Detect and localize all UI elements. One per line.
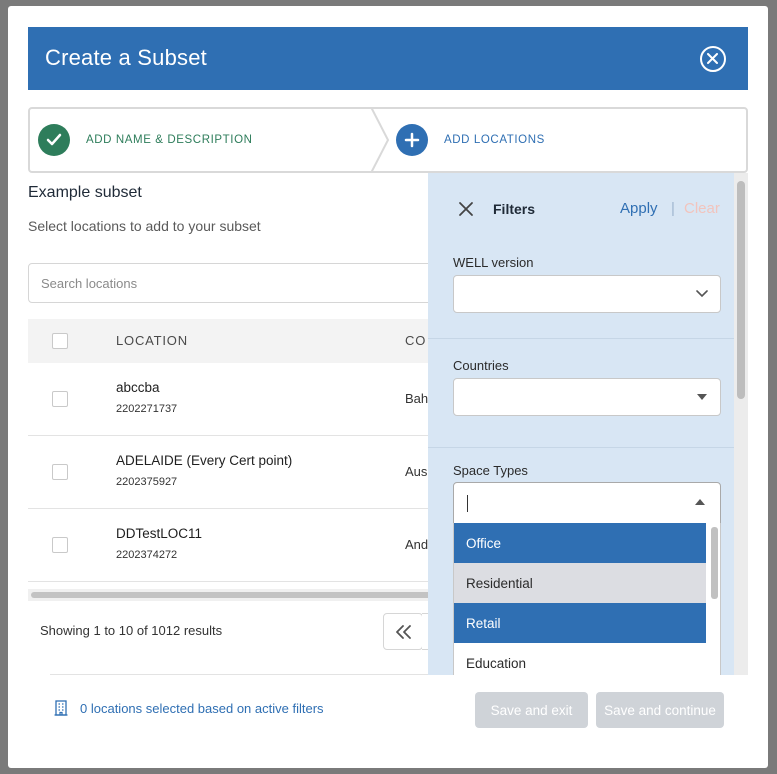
create-subset-modal: Create a Subset ADD NAME & DESCRIPTION A… — [8, 6, 768, 768]
countries-select[interactable] — [453, 378, 721, 416]
table-row[interactable]: DDTestLOC11 2202374272 And — [28, 509, 448, 582]
table-header: LOCATION CO — [28, 319, 448, 363]
apply-filters-button[interactable]: Apply — [620, 200, 658, 217]
step-active-indicator — [396, 124, 428, 156]
space-types-label: Space Types — [453, 463, 528, 478]
selection-info-text: 0 locations selected based on active fil… — [80, 700, 324, 716]
countries-label: Countries — [453, 358, 509, 373]
close-icon — [707, 53, 718, 64]
location-name: ADELAIDE (Every Cert point) — [116, 453, 293, 468]
first-page-button[interactable] — [383, 613, 423, 650]
location-id: 2202374272 — [116, 549, 178, 561]
clear-filters-button[interactable]: Clear — [684, 200, 720, 217]
location-name: abccba — [116, 380, 160, 395]
subset-name: Example subset — [28, 184, 142, 201]
location-country: And — [405, 537, 429, 552]
subset-instructions: Select locations to add to your subset — [28, 218, 261, 234]
well-version-label: WELL version — [453, 255, 534, 270]
stepper: ADD NAME & DESCRIPTION ADD LOCATIONS — [28, 107, 748, 173]
space-type-option-office[interactable]: Office — [454, 523, 706, 563]
step-complete-indicator — [38, 124, 70, 156]
filter-divider — [428, 447, 734, 448]
locations-table: LOCATION CO abccba 2202271737 Bah ADELAI… — [28, 319, 448, 582]
scrollbar-thumb[interactable] — [737, 181, 745, 399]
close-modal-button[interactable] — [700, 46, 726, 72]
location-id: 2202375927 — [116, 476, 178, 488]
options-scrollbar-thumb[interactable] — [711, 527, 718, 599]
filters-panel: Filters Apply | Clear WELL version Count… — [428, 173, 748, 675]
checkmark-icon — [46, 133, 62, 146]
row-checkbox[interactable] — [52, 537, 68, 553]
modal-title: Create a Subset — [45, 45, 207, 70]
double-chevron-left-icon — [396, 624, 411, 639]
step-add-name-description[interactable]: ADD NAME & DESCRIPTION — [38, 109, 253, 171]
building-icon — [54, 700, 68, 716]
location-country: Bah — [405, 391, 429, 406]
filters-title: Filters — [493, 201, 536, 217]
close-icon — [459, 202, 473, 216]
caret-down-icon — [697, 394, 707, 400]
scrollbar-thumb[interactable] — [31, 592, 441, 598]
select-all-checkbox[interactable] — [52, 333, 68, 349]
space-types-input[interactable] — [453, 482, 721, 524]
location-country: Aus — [405, 464, 428, 479]
location-id: 2202271737 — [116, 403, 178, 415]
search-locations-input[interactable] — [28, 263, 448, 303]
plus-icon — [404, 132, 420, 148]
table-row[interactable]: ADELAIDE (Every Cert point) 2202375927 A… — [28, 436, 448, 509]
table-row[interactable]: abccba 2202271737 Bah — [28, 363, 448, 436]
results-count: Showing 1 to 10 of 1012 results — [40, 623, 223, 638]
row-checkbox[interactable] — [52, 391, 68, 407]
step-label: ADD LOCATIONS — [444, 134, 545, 146]
filters-action-separator: | — [671, 200, 675, 217]
modal-header: Create a Subset — [28, 27, 748, 90]
caret-up-icon — [695, 499, 705, 505]
selection-info: 0 locations selected based on active fil… — [54, 700, 324, 716]
space-types-options-list: Office Residential Retail Education — [453, 523, 721, 675]
chevron-down-icon — [696, 290, 708, 298]
close-filters-button[interactable] — [458, 201, 474, 222]
location-name: DDTestLOC11 — [116, 526, 203, 541]
step-label: ADD NAME & DESCRIPTION — [86, 134, 253, 146]
save-and-exit-button[interactable]: Save and exit — [475, 692, 588, 728]
filter-divider — [428, 338, 734, 339]
column-header-country[interactable]: CO — [405, 333, 426, 348]
save-and-continue-button[interactable]: Save and continue — [596, 692, 724, 728]
text-caret — [467, 495, 468, 512]
well-version-select[interactable] — [453, 275, 721, 313]
filters-vertical-scrollbar[interactable] — [734, 173, 748, 675]
step-add-locations[interactable]: ADD LOCATIONS — [396, 109, 545, 171]
space-type-option-retail[interactable]: Retail — [454, 603, 706, 643]
step-separator-chevron — [370, 107, 390, 173]
space-type-option-education[interactable]: Education — [454, 643, 706, 675]
space-type-option-residential[interactable]: Residential — [454, 563, 706, 603]
table-horizontal-scrollbar[interactable] — [28, 589, 448, 601]
row-checkbox[interactable] — [52, 464, 68, 480]
column-header-location[interactable]: LOCATION — [116, 333, 188, 348]
